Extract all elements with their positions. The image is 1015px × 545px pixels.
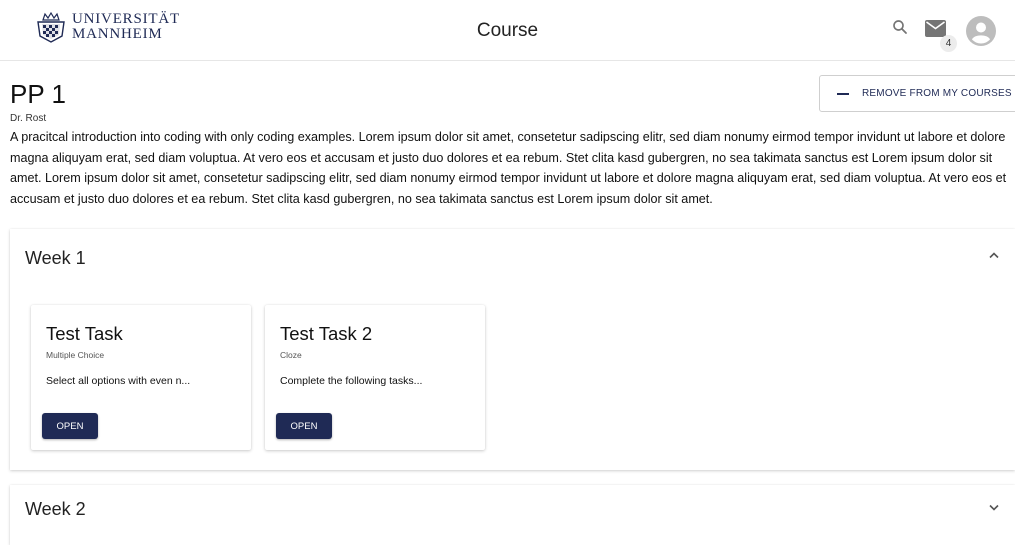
course-teacher: Dr. Rost <box>10 113 47 124</box>
week-panel-1: Week 1 Test Task Multiple Choice Select … <box>10 229 1015 470</box>
week-2-title: Week 2 <box>25 499 86 519</box>
remove-from-my-courses-button[interactable]: REMOVE FROM MY COURSES <box>819 75 1015 112</box>
task-card: Test Task Multiple Choice Select all opt… <box>31 305 251 450</box>
task-type: Cloze <box>280 350 302 360</box>
week-2-header[interactable]: Week 2 <box>10 485 1015 543</box>
chevron-up-icon[interactable] <box>988 251 1000 259</box>
task-description: Select all options with even n... <box>46 375 191 387</box>
task-type: Multiple Choice <box>46 350 105 360</box>
task-description: Complete the following tasks... <box>280 375 423 387</box>
search-icon[interactable] <box>891 18 909 36</box>
task-card: Test Task 2 Cloze Complete the following… <box>265 305 485 450</box>
week-1-header[interactable]: Week 1 <box>10 229 1015 287</box>
open-task-button[interactable]: OPEN <box>276 413 332 439</box>
week-panel-2: Week 2 <box>10 485 1015 545</box>
chevron-down-icon[interactable] <box>988 504 1000 512</box>
open-task-button[interactable]: OPEN <box>42 413 98 439</box>
course-description: A pracitcal introduction into coding wit… <box>10 130 1007 206</box>
task-title: Test Task <box>46 323 123 344</box>
course-title: PP 1 <box>10 79 66 109</box>
mail-icon[interactable] <box>925 20 946 37</box>
account-circle-icon[interactable] <box>966 16 996 46</box>
task-title: Test Task 2 <box>280 323 373 344</box>
minus-icon <box>837 92 849 95</box>
mail-count-badge: 4 <box>940 35 957 52</box>
page-title: Course <box>476 20 539 41</box>
app-header: UNIVERSITÄT MANNHEIM Course 4 <box>0 0 1015 61</box>
week-1-title: Week 1 <box>25 248 86 268</box>
remove-button-label: REMOVE FROM MY COURSES <box>862 88 1012 99</box>
